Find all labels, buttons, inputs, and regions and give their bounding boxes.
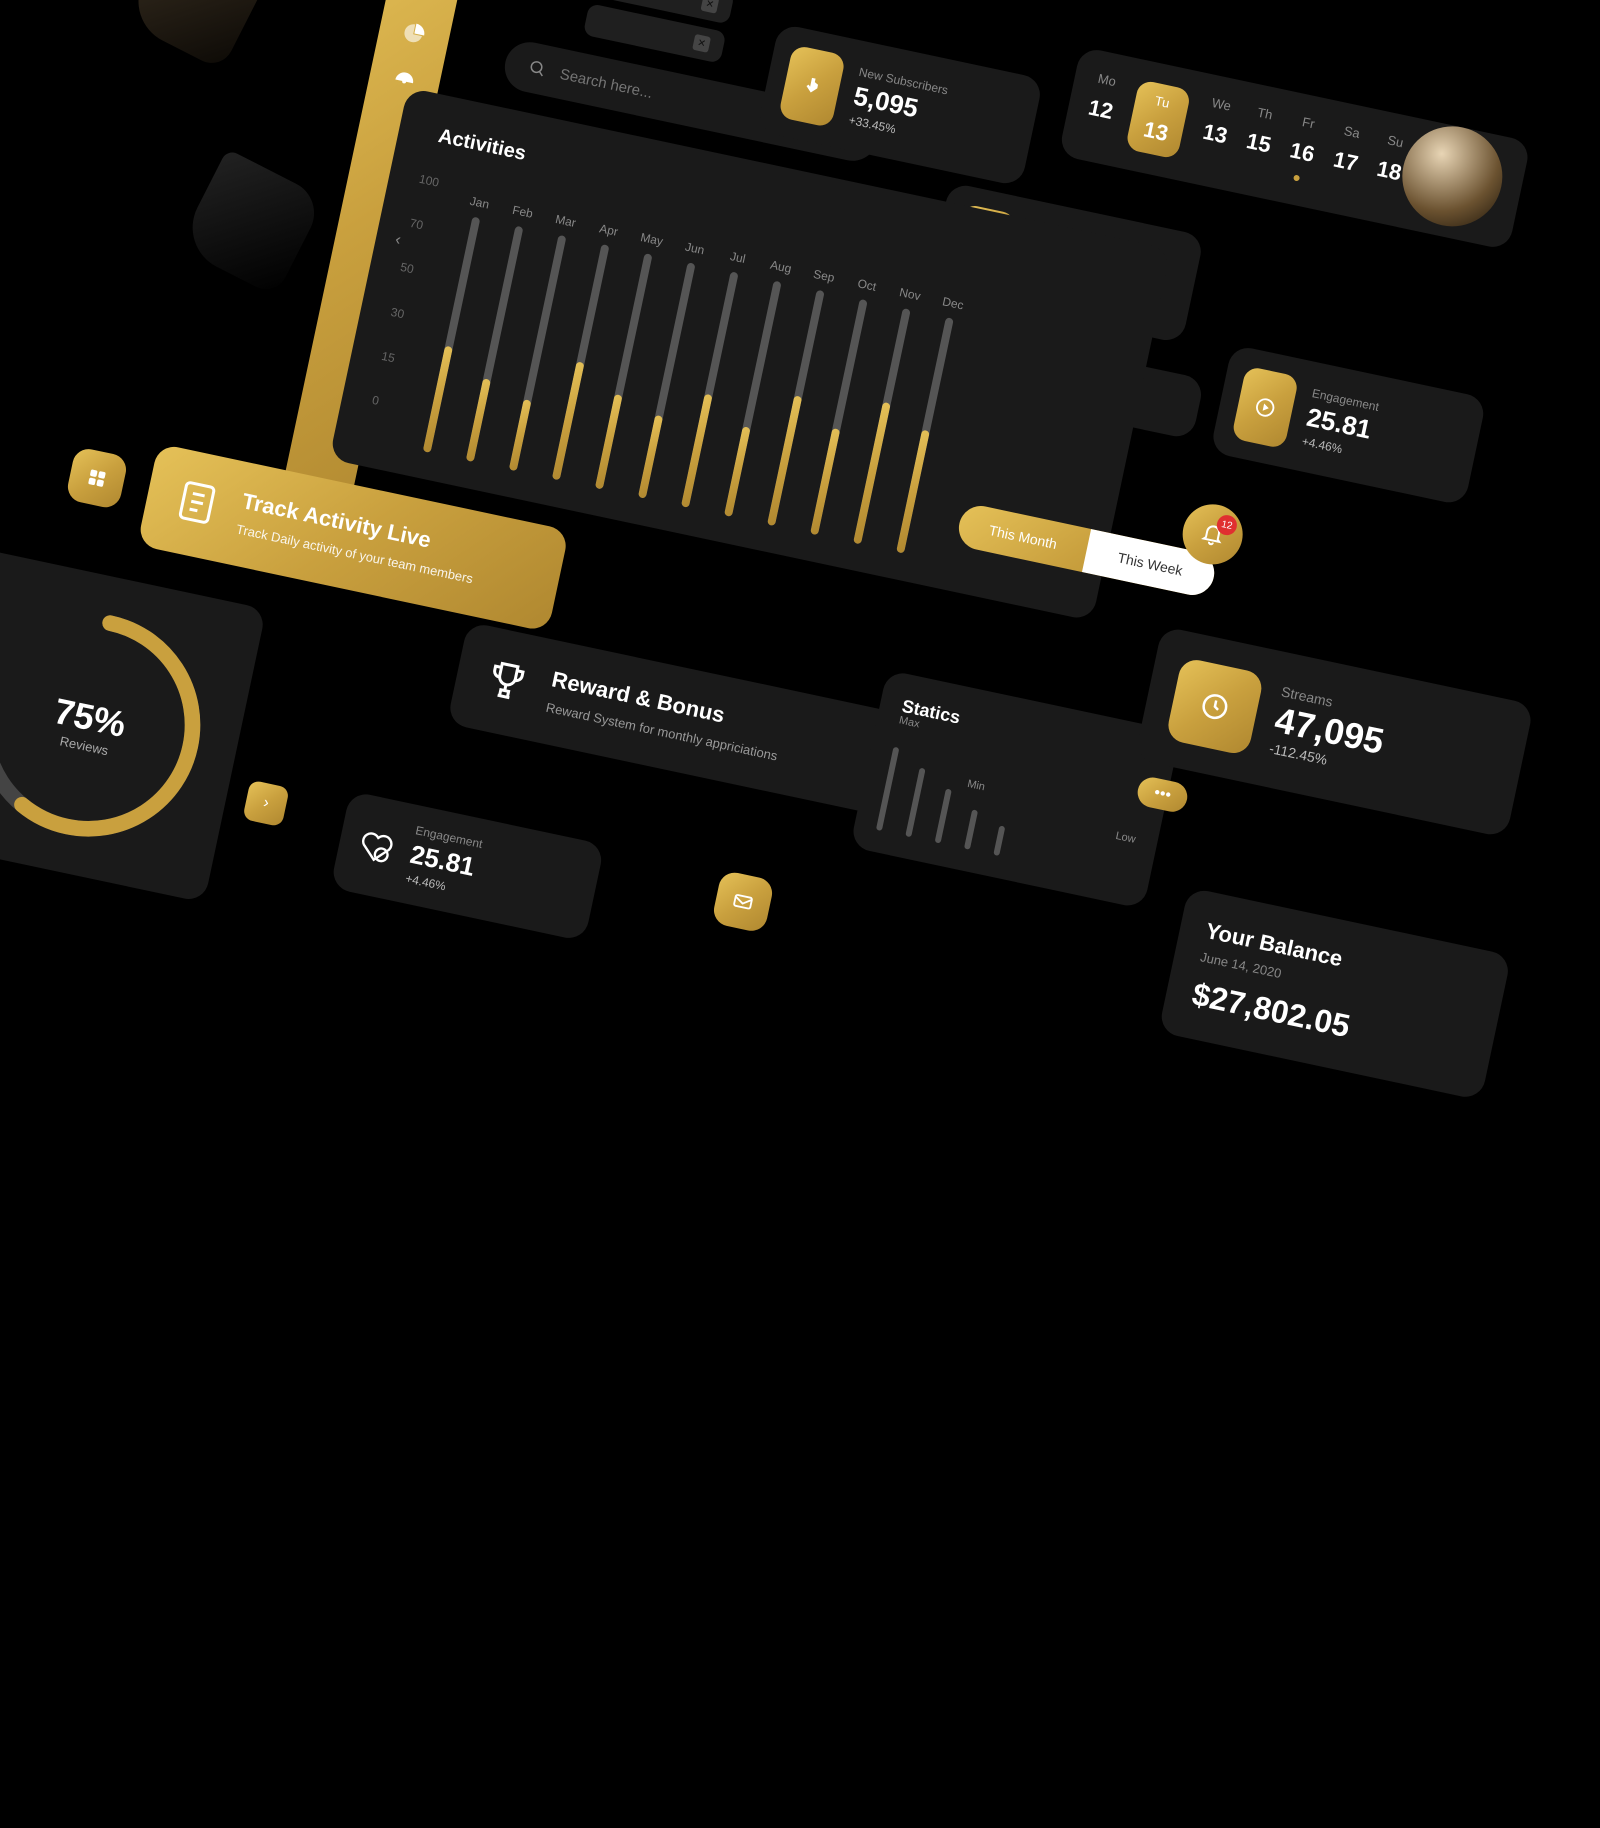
- search-icon: [527, 58, 548, 79]
- day-Mo[interactable]: Mo12: [1082, 70, 1121, 145]
- grid-button[interactable]: [65, 446, 129, 510]
- heart-icon: [354, 824, 399, 869]
- document-icon: [169, 474, 226, 531]
- wallet-icon[interactable]: [410, 0, 438, 1]
- reviews-card: 75% Reviews: [0, 547, 266, 903]
- statics-card: Statics MaxMinLow: [850, 670, 1181, 909]
- mini-bar: [964, 809, 978, 849]
- bar-Aug[interactable]: Aug: [724, 281, 782, 517]
- touch-icon: [778, 44, 846, 128]
- mini-bar: [905, 768, 925, 838]
- bar-Oct[interactable]: Oct: [810, 299, 868, 535]
- bar-Feb[interactable]: Feb: [466, 226, 524, 462]
- bar-Jun[interactable]: Jun: [638, 262, 696, 498]
- close-icon[interactable]: ✕: [700, 0, 719, 14]
- streams-card: Streams 47,095 -112.45%: [1134, 626, 1534, 838]
- close-icon[interactable]: ✕: [692, 34, 711, 53]
- play-icon: [1231, 366, 1299, 450]
- bar-Nov[interactable]: Nov: [853, 308, 911, 544]
- stat-subscribers: New Subscribers 5,095 +33.45%: [757, 23, 1044, 187]
- bar-Mar[interactable]: Mar: [509, 235, 567, 471]
- day-Tu[interactable]: Tu13: [1125, 79, 1191, 159]
- bar-May[interactable]: May: [595, 253, 653, 489]
- bar-Jan[interactable]: Jan: [423, 217, 481, 453]
- day-Sa[interactable]: Sa17: [1327, 122, 1366, 197]
- more-icon: •••: [1152, 784, 1172, 805]
- chevron-right-button[interactable]: ›: [242, 780, 289, 827]
- bar-Dec[interactable]: Dec: [896, 317, 954, 553]
- stat-engagement-2: Engagement 25.81 +4.46%: [1210, 344, 1487, 506]
- balance-card: Your Balance June 14, 2020 $27,802.05: [1158, 887, 1512, 1100]
- stat-engagement-3: Engagement 25.81 +4.46%: [330, 791, 605, 942]
- day-We[interactable]: We13: [1196, 94, 1235, 169]
- reviews-gauge: 75% Reviews: [0, 571, 243, 879]
- mini-bar: [993, 825, 1005, 856]
- deco-gem: [123, 0, 271, 70]
- deco-gem-dark: [177, 149, 325, 297]
- mail-button[interactable]: [711, 870, 775, 934]
- mini-bar: [935, 788, 952, 843]
- clock-icon: [1165, 657, 1265, 757]
- bar-Jul[interactable]: Jul: [681, 271, 739, 507]
- grid-icon: [85, 466, 109, 490]
- chevron-right-icon: ›: [262, 794, 271, 813]
- mail-icon: [730, 889, 756, 915]
- pie-icon[interactable]: [400, 19, 428, 47]
- bar-Apr[interactable]: Apr: [552, 244, 610, 480]
- reward-card[interactable]: Reward & Bonus Reward System for monthly…: [447, 622, 899, 815]
- day-Th[interactable]: Th15: [1240, 104, 1279, 179]
- day-Fr[interactable]: Fr16: [1283, 113, 1322, 188]
- trophy-icon: [478, 652, 536, 712]
- dashboard-icon[interactable]: [390, 66, 418, 94]
- mini-bar: [876, 747, 900, 831]
- bar-Sep[interactable]: Sep: [767, 290, 825, 526]
